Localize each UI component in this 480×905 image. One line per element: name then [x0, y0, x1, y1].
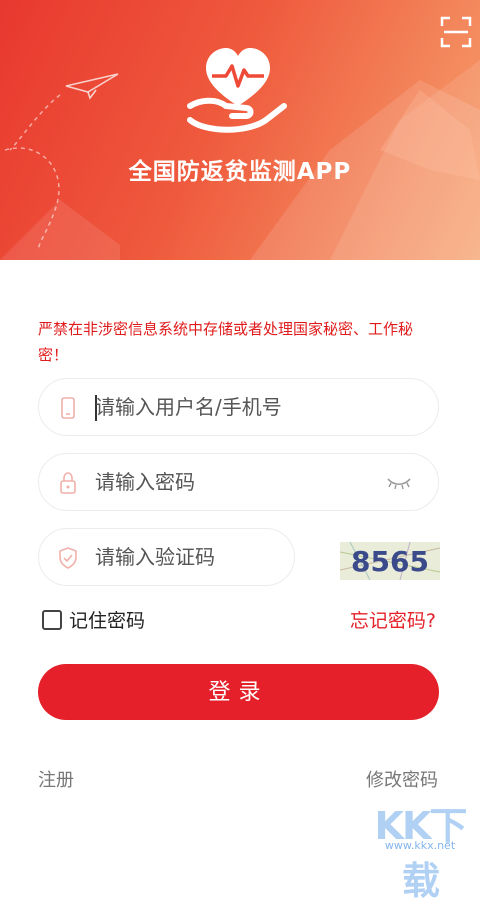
captcha-field[interactable] — [38, 528, 295, 586]
login-button[interactable]: 登录 — [38, 664, 439, 720]
paper-plane-icon — [65, 73, 119, 100]
heart-in-hand-icon — [187, 48, 287, 133]
header-banner: 全国防返贫监测APP — [0, 0, 480, 260]
scan-icon[interactable] — [440, 16, 472, 48]
watermark: KK下载 www.kkx.net — [360, 795, 480, 903]
password-field[interactable] — [38, 453, 439, 511]
forgot-password-link[interactable]: 忘记密码? — [350, 606, 436, 633]
register-link[interactable]: 注册 — [38, 766, 74, 792]
app-title: 全国防返贫监测APP — [128, 159, 352, 185]
phone-icon — [61, 397, 75, 419]
username-input[interactable] — [95, 379, 395, 435]
username-field[interactable] — [38, 378, 439, 436]
security-warning: 严禁在非涉密信息系统中存储或者处理国家秘密、工作秘密！ — [38, 320, 414, 364]
shield-icon — [59, 547, 77, 569]
lock-icon — [60, 472, 76, 494]
password-input[interactable] — [95, 454, 395, 510]
captcha-code: 8565 — [351, 545, 429, 578]
change-password-link[interactable]: 修改密码 — [366, 766, 438, 792]
remember-checkbox[interactable] — [42, 609, 62, 630]
captcha-image[interactable]: 8565 — [340, 542, 440, 580]
eye-closed-icon[interactable] — [386, 476, 412, 490]
watermark-url: www.kkx.net — [384, 839, 456, 852]
remember-label: 记住密码 — [69, 610, 146, 632]
remember-password[interactable]: 记住密码 — [42, 606, 145, 633]
captcha-input[interactable] — [95, 529, 285, 585]
